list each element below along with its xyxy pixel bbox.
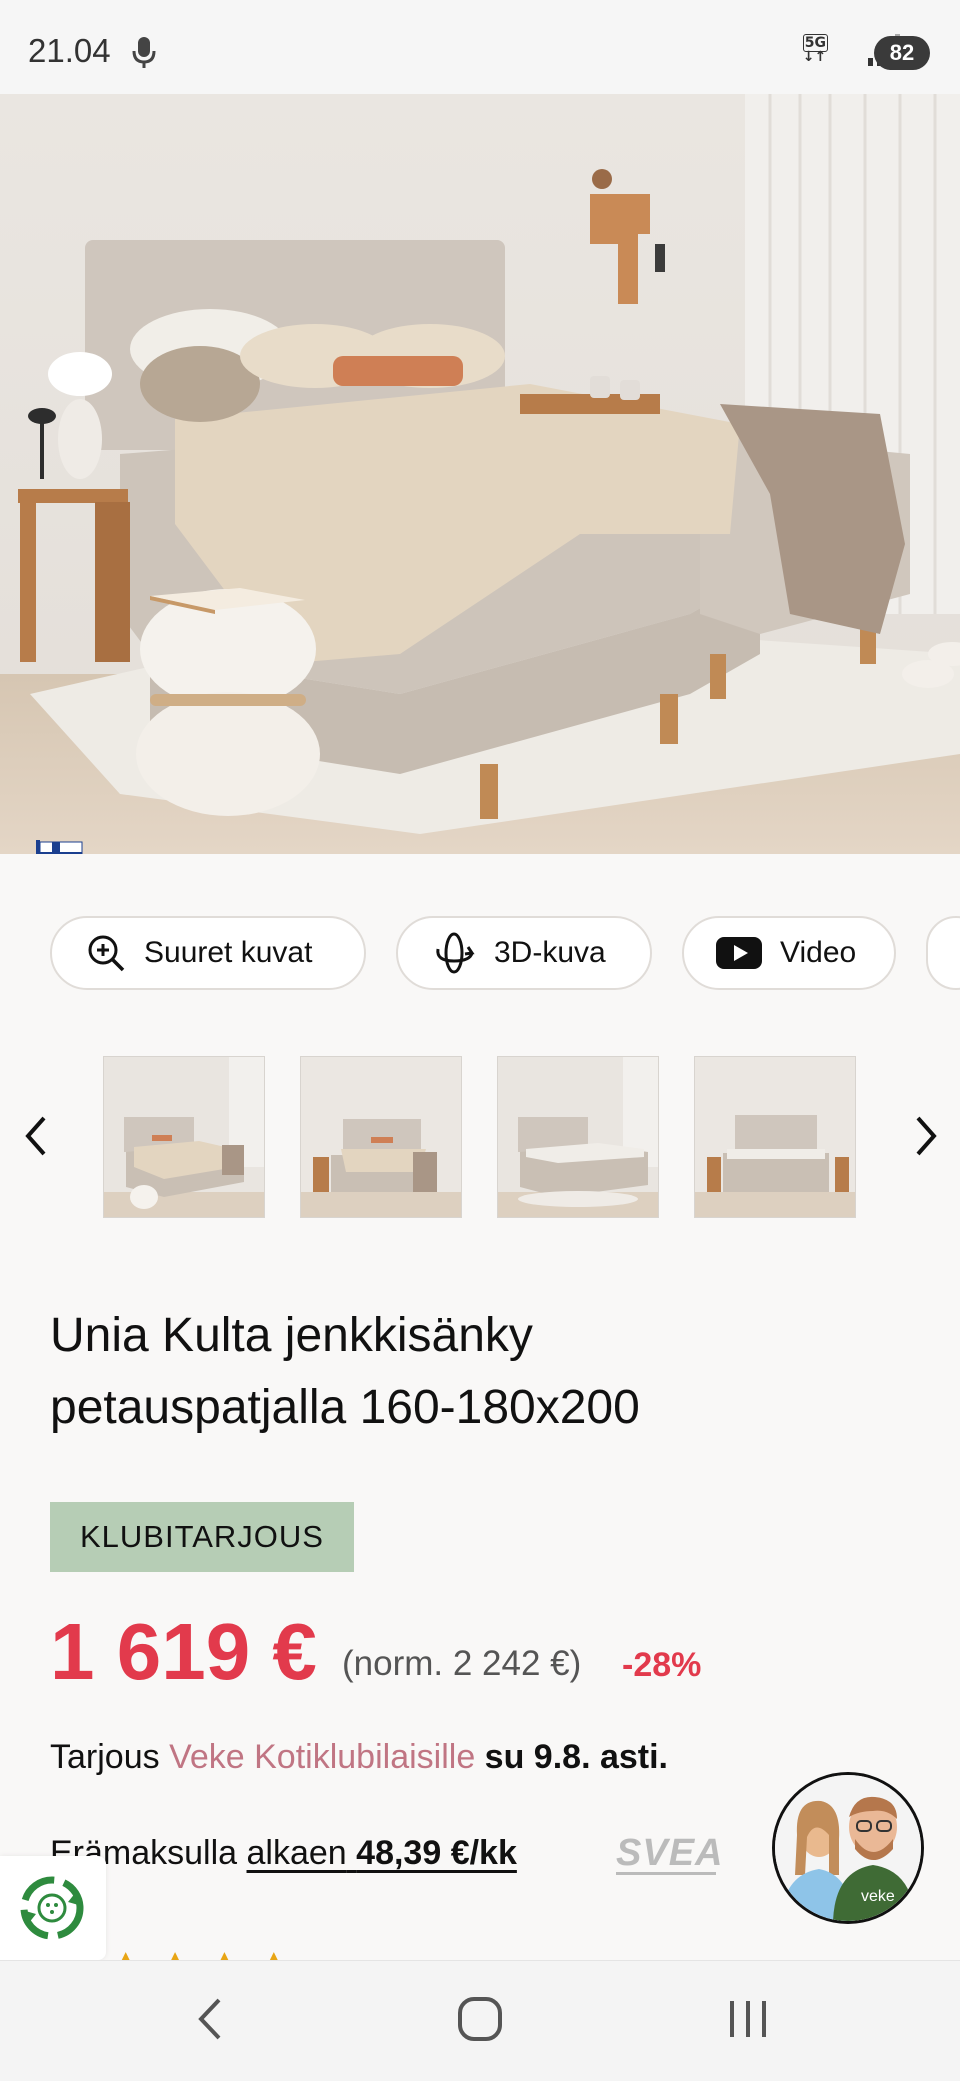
back-icon (195, 1996, 225, 2046)
product-title-line2: petauspatjalla 160-180x200 (50, 1381, 640, 1434)
offer-prefix: Tarjous (50, 1738, 170, 1776)
video-button[interactable]: Video (682, 916, 896, 990)
chevron-left-icon[interactable] (22, 1114, 50, 1162)
product-hero-image[interactable] (0, 94, 960, 854)
svea-logo-underline (616, 1872, 716, 1875)
recycle-icon (16, 1872, 88, 1948)
club-offer-badge: KLUBITARJOUS (50, 1502, 354, 1572)
nav-home-button[interactable] (400, 1961, 560, 2081)
microphone-icon (132, 36, 156, 74)
eco-widget-button[interactable] (0, 1856, 106, 1960)
installment-link[interactable]: alkaen 48,39 €/kk (247, 1834, 517, 1872)
home-icon (457, 1996, 503, 2046)
product-title: Unia Kulta jenkkisänky petauspatjalla 16… (50, 1300, 910, 1444)
normal-price: (norm. 2 242 €) (342, 1644, 582, 1683)
system-navigation-bar (0, 1960, 960, 2081)
thumbnail-4[interactable] (694, 1056, 856, 1218)
thumbnail-2[interactable] (300, 1056, 462, 1218)
customer-service-chat-button[interactable]: veke (772, 1772, 924, 1924)
media-options-bar: Suuret kuvat 3D-kuva Video (0, 916, 960, 996)
network-5g-icon: 5G ↓↑ (802, 34, 828, 65)
svea-logo: SVEA (616, 1832, 724, 1874)
thumbnail-3[interactable] (497, 1056, 659, 1218)
chip-label: Suuret kuvat (144, 936, 313, 969)
status-bar: 21.04 5G ↓↑ 82 (0, 0, 960, 95)
recent-apps-icon (728, 1999, 768, 2043)
installment-from: alkaen (246, 1834, 347, 1872)
installment-amount: 48,39 €/kk (356, 1834, 517, 1872)
more-media-button[interactable] (926, 916, 960, 990)
youtube-icon (716, 937, 762, 969)
nav-recents-button[interactable] (668, 1961, 828, 2081)
zoom-in-icon (86, 933, 126, 973)
status-time: 21.04 (28, 32, 111, 69)
offer-text: Tarjous Veke Kotiklubilaisille su 9.8. a… (50, 1738, 668, 1777)
large-images-button[interactable]: Suuret kuvat (50, 916, 366, 990)
discount-percent: -28% (622, 1646, 702, 1684)
chevron-right-icon[interactable] (912, 1114, 940, 1162)
chip-label: 3D-kuva (494, 936, 606, 969)
view-3d-button[interactable]: 3D-kuva (396, 916, 652, 990)
offer-end-date: su 9.8. asti. (475, 1738, 668, 1776)
product-title-line1: Unia Kulta jenkkisänky (50, 1309, 533, 1362)
current-price: 1 619 € (50, 1607, 317, 1696)
finnish-key-flag-icon (8, 836, 84, 854)
chip-label: Video (780, 936, 857, 969)
support-avatar: veke (775, 1775, 921, 1921)
rotate-3d-icon (432, 931, 476, 975)
battery-indicator: 82 (874, 36, 930, 70)
svg-text:veke: veke (861, 1888, 895, 1905)
thumbnail-carousel (0, 1056, 960, 1220)
club-members-link[interactable]: Veke Kotiklubilaisille (169, 1738, 475, 1776)
installment-text: Erämaksulla alkaen 48,39 €/kk (50, 1834, 517, 1873)
nav-back-button[interactable] (130, 1961, 290, 2081)
thumbnail-1[interactable] (103, 1056, 265, 1218)
